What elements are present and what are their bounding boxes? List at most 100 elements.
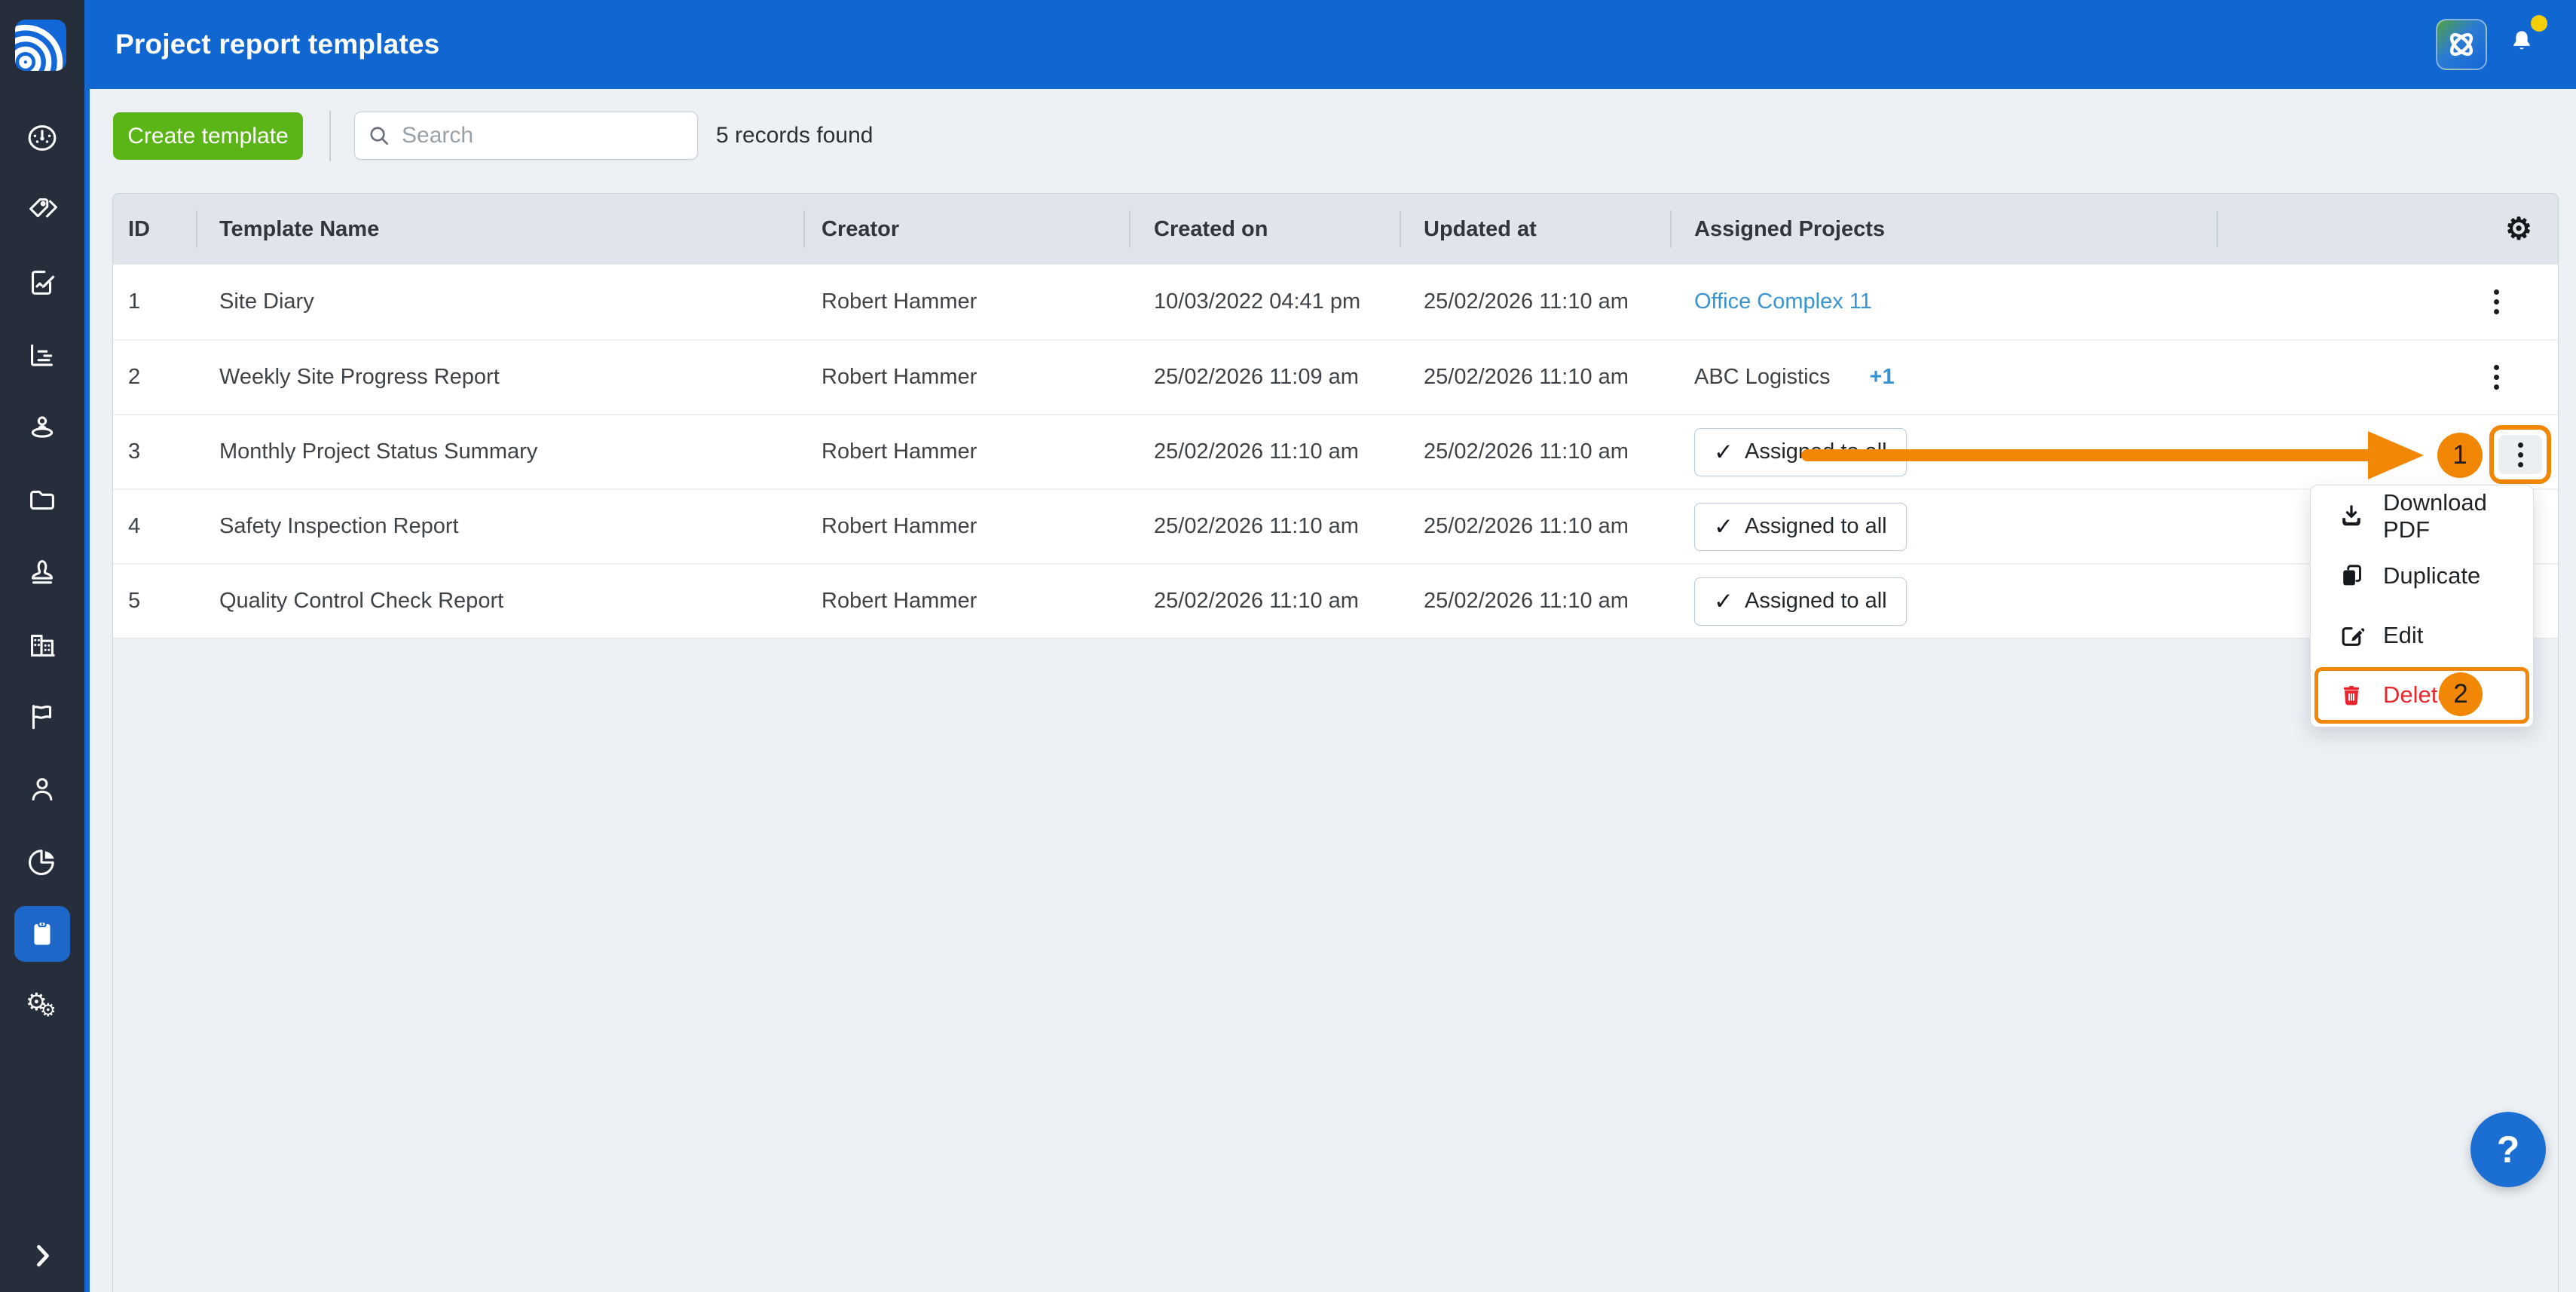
search-input[interactable]: [402, 123, 685, 148]
sidebar-item-settings[interactable]: ⚙⚙: [6, 970, 78, 1042]
cell-creator: Robert Hammer: [803, 490, 1129, 563]
folder-icon: [25, 482, 60, 517]
step-badge-1: 1: [2437, 433, 2483, 478]
table-row: 4 Safety Inspection Report Robert Hammer…: [113, 488, 2558, 563]
dashboard-icon: [25, 121, 60, 155]
assigned-project-name: ABC Logistics: [1694, 365, 1831, 390]
menu-item-edit[interactable]: Edit: [2311, 605, 2533, 665]
sidebar-item-tags[interactable]: [6, 174, 78, 246]
create-template-button[interactable]: Create template: [113, 112, 303, 160]
sidebar-expand-button[interactable]: [26, 1239, 59, 1272]
notifications-button[interactable]: [2507, 27, 2537, 60]
cell-updated-at: 25/02/2026 11:10 am: [1400, 415, 1670, 488]
cell-creator: Robert Hammer: [803, 415, 1129, 488]
sidebar-item-users[interactable]: [6, 753, 78, 825]
search-icon: [367, 124, 391, 148]
assigned-to-all-label: Assigned to all: [1745, 589, 1887, 614]
gears-icon: ⚙⚙: [25, 989, 60, 1024]
sidebar-nav: ⚙⚙: [0, 102, 84, 1042]
document-edit-icon: [25, 265, 60, 300]
tutorial-arrow-head: [2368, 431, 2424, 479]
column-settings-gear-icon[interactable]: ⚙: [2505, 214, 2532, 244]
page-title: Project report templates: [115, 0, 439, 89]
step-badge-2: 2: [2439, 672, 2483, 716]
flag-icon: [25, 700, 60, 734]
pie-chart-icon: [25, 844, 60, 879]
cell-id: 1: [113, 265, 196, 339]
row-actions-kebab-button[interactable]: [2481, 280, 2511, 325]
cell-created-on: 25/02/2026 11:10 am: [1129, 490, 1400, 563]
clipboard-icon: [25, 917, 60, 951]
menu-item-duplicate[interactable]: Duplicate: [2311, 546, 2533, 605]
download-icon: [2338, 503, 2365, 530]
tags-icon: [25, 193, 60, 228]
assigned-to-all-button[interactable]: ✓ Assigned to all: [1694, 577, 1907, 626]
column-header-id[interactable]: ID: [113, 194, 196, 265]
sidebar-item-documents[interactable]: [6, 464, 78, 536]
tutorial-arrow: [1801, 449, 2376, 461]
table-row: 2 Weekly Site Progress Report Robert Ham…: [113, 339, 2558, 414]
sidebar: ⚙⚙: [0, 0, 84, 1292]
search-box[interactable]: [354, 112, 698, 160]
sidebar-item-resources[interactable]: [6, 391, 78, 464]
project-report-templates-page: { "app": { "page_title": "Project report…: [0, 0, 2576, 1292]
top-header-bar: Project report templates: [90, 0, 2576, 89]
bar-chart-icon: [25, 338, 60, 372]
column-header-updated-at[interactable]: Updated at: [1400, 194, 1670, 265]
highlighted-kebab-button[interactable]: [2489, 425, 2551, 484]
assigned-more-count-link[interactable]: +1: [1870, 365, 1895, 390]
app-switcher-button[interactable]: [2436, 19, 2487, 70]
chevron-right-icon: [26, 1239, 59, 1272]
cell-updated-at: 25/02/2026 11:10 am: [1400, 565, 1670, 638]
check-icon: ✓: [1714, 588, 1733, 615]
table-row: 5 Quality Control Check Report Robert Ha…: [113, 563, 2558, 638]
cell-created-on: 25/02/2026 11:10 am: [1129, 565, 1400, 638]
kebab-button-background: [2498, 435, 2542, 474]
menu-item-download-pdf[interactable]: Download PDF: [2311, 486, 2533, 546]
person-pin-icon: [25, 410, 60, 445]
sidebar-item-analytics[interactable]: [6, 825, 78, 898]
bell-icon: [2507, 27, 2537, 57]
cell-template-name: Quality Control Check Report: [196, 565, 803, 638]
assigned-to-all-label: Assigned to all: [1745, 514, 1887, 539]
sidebar-item-dashboard[interactable]: [6, 102, 78, 174]
cell-id: 4: [113, 490, 196, 563]
sidebar-item-site-diary[interactable]: [6, 246, 78, 319]
sidebar-item-approvals[interactable]: [6, 536, 78, 608]
cell-created-on: 25/02/2026 11:09 am: [1129, 341, 1400, 414]
cell-creator: Robert Hammer: [803, 265, 1129, 339]
edit-icon: [2338, 622, 2365, 649]
menu-item-delete[interactable]: Delete 2: [2311, 665, 2533, 724]
assigned-to-all-button[interactable]: ✓ Assigned to all: [1694, 503, 1907, 551]
sidebar-item-reports[interactable]: [6, 319, 78, 391]
column-header-assigned-projects[interactable]: Assigned Projects: [1670, 194, 2217, 265]
toolbar-divider: [329, 111, 331, 161]
menu-item-label: Duplicate: [2383, 562, 2480, 589]
check-icon: ✓: [1714, 439, 1733, 466]
assigned-project-link[interactable]: Office Complex 11: [1694, 289, 1872, 314]
duplicate-icon: [2338, 562, 2365, 589]
menu-item-label: Edit: [2383, 622, 2423, 649]
active-nav-indicator: [14, 906, 70, 962]
sidebar-item-flags[interactable]: [6, 681, 78, 753]
cell-created-on: 10/03/2022 04:41 pm: [1129, 265, 1400, 339]
sidebar-item-companies[interactable]: [6, 608, 78, 681]
app-switcher-icon: [2444, 27, 2479, 62]
cell-created-on: 25/02/2026 11:10 am: [1129, 415, 1400, 488]
table-header-row: ID Template Name Creator Created on Upda…: [113, 194, 2558, 265]
brand-logo: [15, 20, 66, 72]
cell-template-name: Monthly Project Status Summary: [196, 415, 803, 488]
help-button[interactable]: ?: [2470, 1112, 2546, 1187]
notification-badge-dot: [2531, 15, 2547, 32]
cell-template-name: Weekly Site Progress Report: [196, 341, 803, 414]
stamp-icon: [25, 555, 60, 589]
sidebar-item-report-templates[interactable]: [6, 898, 78, 970]
row-actions-kebab-button[interactable]: [2481, 355, 2511, 400]
cell-template-name: Site Diary: [196, 265, 803, 339]
column-header-template-name[interactable]: Template Name: [196, 194, 803, 265]
menu-item-label: Download PDF: [2383, 489, 2533, 543]
column-header-creator[interactable]: Creator: [803, 194, 1129, 265]
records-found-label: 5 records found: [716, 112, 873, 160]
column-header-created-on[interactable]: Created on: [1129, 194, 1400, 265]
table-row: 1 Site Diary Robert Hammer 10/03/2022 04…: [113, 265, 2558, 339]
